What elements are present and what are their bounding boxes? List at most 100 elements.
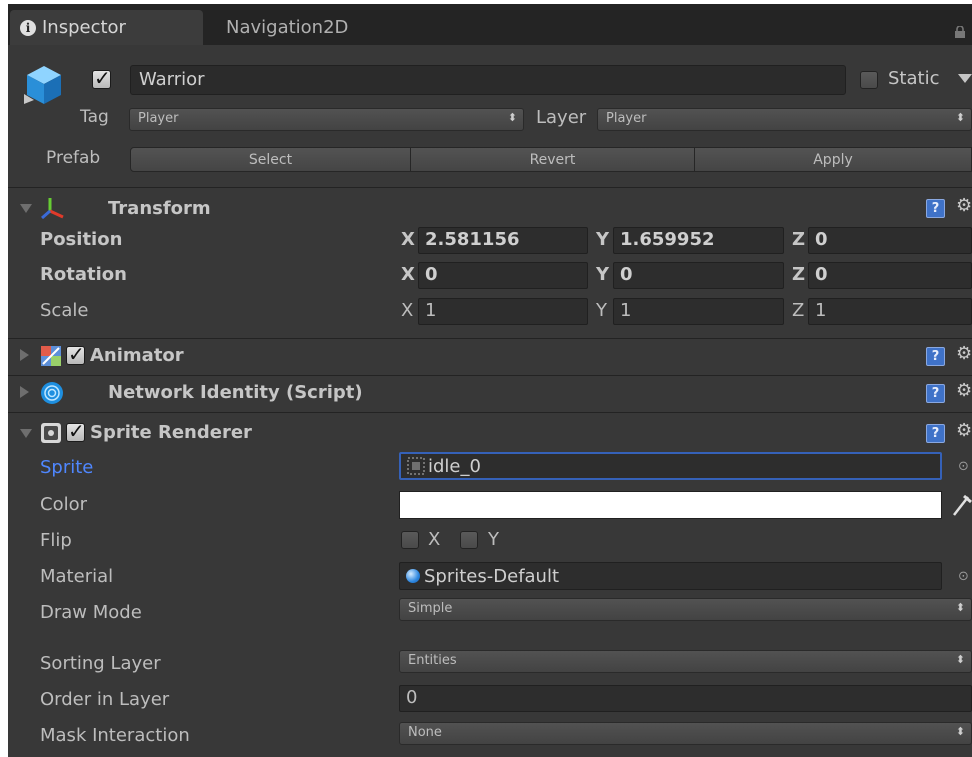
help-icon[interactable]: ? bbox=[926, 347, 945, 366]
mask-interaction-dropdown[interactable]: None ⬍ bbox=[399, 722, 972, 745]
sprite-asset-icon bbox=[407, 457, 425, 475]
material-field[interactable]: Sprites-Default bbox=[399, 562, 942, 590]
transform-icon bbox=[41, 198, 64, 220]
tab-bar: i Inspector Navigation2D bbox=[8, 4, 972, 45]
collapse-arrow-icon[interactable] bbox=[20, 429, 32, 438]
material-sphere-icon bbox=[406, 569, 420, 583]
draw-mode-value: Simple bbox=[408, 601, 453, 616]
sorting-layer-value: Entities bbox=[408, 653, 457, 668]
sprite-renderer-enabled-checkbox[interactable] bbox=[66, 419, 85, 443]
gear-icon[interactable]: ⚙ bbox=[956, 420, 972, 441]
tag-label: Tag bbox=[80, 107, 109, 127]
rotation-label: Rotation bbox=[40, 264, 127, 285]
static-dropdown-icon[interactable] bbox=[958, 74, 972, 83]
info-icon: i bbox=[20, 19, 36, 36]
layer-label: Layer bbox=[536, 107, 587, 128]
object-name-field[interactable]: Warrior bbox=[130, 65, 846, 95]
divider bbox=[8, 412, 972, 413]
inspector-panel: i Inspector Navigation2D Warrior Static … bbox=[8, 4, 972, 757]
object-picker-icon[interactable]: ⊙ bbox=[958, 459, 969, 474]
scale-z-axis[interactable]: Z bbox=[792, 300, 804, 321]
dropdown-arrow-icon: ⬍ bbox=[955, 725, 965, 738]
scale-x-field[interactable]: 1 bbox=[418, 298, 588, 325]
dropdown-arrow-icon: ⬍ bbox=[955, 601, 965, 614]
divider bbox=[8, 187, 972, 188]
rotation-x-field[interactable]: 0 bbox=[418, 262, 588, 289]
active-checkbox[interactable] bbox=[92, 66, 111, 90]
transform-title: Transform bbox=[108, 198, 211, 219]
material-value: Sprites-Default bbox=[424, 565, 560, 587]
dropdown-arrow-icon: ⬍ bbox=[507, 111, 517, 124]
scale-y-axis[interactable]: Y bbox=[596, 300, 607, 321]
object-picker-icon[interactable]: ⊙ bbox=[958, 569, 969, 584]
scale-y-field[interactable]: 1 bbox=[613, 298, 784, 325]
position-z-field[interactable]: 0 bbox=[808, 227, 972, 254]
scale-z-field[interactable]: 1 bbox=[808, 298, 972, 325]
tab-inspector-label: Inspector bbox=[42, 17, 126, 38]
draw-mode-dropdown[interactable]: Simple ⬍ bbox=[399, 598, 972, 621]
prefab-revert-button[interactable]: Revert bbox=[410, 147, 695, 172]
scale-x-axis[interactable]: X bbox=[401, 300, 413, 321]
help-icon[interactable]: ? bbox=[926, 199, 945, 218]
sprite-value: idle_0 bbox=[428, 455, 481, 477]
order-in-layer-field[interactable]: 0 bbox=[399, 685, 972, 712]
sprite-renderer-title: Sprite Renderer bbox=[90, 422, 252, 443]
position-label: Position bbox=[40, 229, 123, 250]
rotation-y-field[interactable]: 0 bbox=[613, 262, 784, 289]
flip-x-label: X bbox=[428, 529, 441, 550]
position-x-field[interactable]: 2.581156 bbox=[418, 227, 588, 254]
mask-interaction-value: None bbox=[408, 725, 442, 740]
position-y-axis[interactable]: Y bbox=[596, 229, 609, 250]
animator-icon bbox=[41, 346, 61, 366]
gameobject-cube-icon bbox=[24, 66, 61, 104]
divider bbox=[8, 338, 972, 339]
prefab-select-button[interactable]: Select bbox=[130, 147, 411, 172]
sprite-label: Sprite bbox=[40, 457, 94, 478]
tab-navigation2d[interactable]: Navigation2D bbox=[226, 10, 348, 45]
gear-icon[interactable]: ⚙ bbox=[956, 380, 972, 401]
flip-x-checkbox[interactable] bbox=[401, 531, 419, 549]
prefab-apply-button[interactable]: Apply bbox=[694, 147, 972, 172]
divider bbox=[8, 375, 972, 376]
help-icon[interactable]: ? bbox=[926, 424, 945, 443]
rotation-z-axis[interactable]: Z bbox=[792, 264, 805, 285]
tag-dropdown[interactable]: Player ⬍ bbox=[129, 108, 524, 131]
animator-enabled-checkbox[interactable] bbox=[66, 342, 85, 366]
layer-dropdown[interactable]: Player ⬍ bbox=[597, 108, 972, 131]
draw-mode-label: Draw Mode bbox=[40, 602, 142, 623]
collapse-arrow-icon[interactable] bbox=[20, 204, 32, 213]
position-x-axis[interactable]: X bbox=[401, 229, 415, 250]
lock-icon[interactable] bbox=[954, 26, 966, 38]
flip-label: Flip bbox=[40, 530, 72, 551]
flip-y-checkbox[interactable] bbox=[460, 531, 478, 549]
material-label: Material bbox=[40, 566, 114, 587]
gear-icon[interactable]: ⚙ bbox=[956, 343, 972, 364]
expand-arrow-icon[interactable] bbox=[20, 349, 29, 361]
expand-arrow-icon[interactable] bbox=[20, 386, 29, 398]
rotation-x-axis[interactable]: X bbox=[401, 264, 415, 285]
layer-value: Player bbox=[606, 111, 647, 126]
eyedropper-icon[interactable] bbox=[952, 493, 972, 517]
rotation-y-axis[interactable]: Y bbox=[596, 264, 609, 285]
dropdown-arrow-icon: ⬍ bbox=[955, 111, 965, 124]
flip-y-label: Y bbox=[488, 529, 499, 550]
sorting-layer-dropdown[interactable]: Entities ⬍ bbox=[399, 650, 972, 673]
sorting-layer-label: Sorting Layer bbox=[40, 653, 161, 674]
tag-value: Player bbox=[138, 111, 179, 126]
static-label: Static bbox=[888, 68, 940, 89]
color-swatch[interactable] bbox=[399, 491, 942, 519]
animator-title: Animator bbox=[90, 345, 184, 366]
position-z-axis[interactable]: Z bbox=[792, 229, 805, 250]
tab-inspector[interactable]: i Inspector bbox=[10, 10, 203, 45]
mask-interaction-label: Mask Interaction bbox=[40, 725, 190, 746]
help-icon[interactable]: ? bbox=[926, 384, 945, 403]
network-identity-title: Network Identity (Script) bbox=[108, 382, 363, 403]
gear-icon[interactable]: ⚙ bbox=[956, 195, 972, 216]
static-checkbox[interactable] bbox=[860, 71, 878, 89]
rotation-z-field[interactable]: 0 bbox=[808, 262, 972, 289]
position-y-field[interactable]: 1.659952 bbox=[613, 227, 784, 254]
sprite-field[interactable]: idle_0 bbox=[399, 452, 942, 480]
network-identity-icon bbox=[41, 382, 63, 404]
prefab-label: Prefab bbox=[46, 148, 101, 168]
dropdown-arrow-icon: ⬍ bbox=[955, 653, 965, 666]
